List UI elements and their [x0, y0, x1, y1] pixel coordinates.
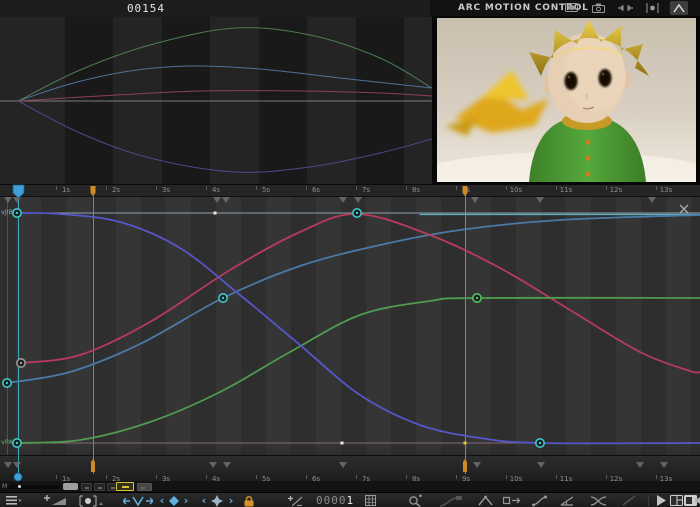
title-bar: ARC MOTION CONTROL: [430, 0, 700, 17]
grid-icon[interactable]: [363, 494, 377, 507]
h-scroll-track[interactable]: [8, 485, 60, 489]
menu-icon[interactable]: [4, 494, 24, 507]
speaker-icon[interactable]: [695, 494, 700, 507]
view-option-2-button[interactable]: [94, 483, 105, 491]
add-ramp-icon[interactable]: [42, 494, 68, 507]
view-option-1-button[interactable]: [81, 483, 92, 491]
toolbar-separator: [648, 495, 649, 506]
time-tick: 4s: [212, 186, 220, 194]
timeline-ruler-bottom[interactable]: [0, 455, 700, 474]
graph-icon[interactable]: [670, 1, 688, 15]
arc-icon[interactable]: [476, 494, 494, 507]
display-icon[interactable]: [562, 1, 580, 15]
frame-field[interactable]: 00001: [316, 494, 354, 507]
graph-scroll-row: M: [0, 481, 700, 492]
video-preview-frame: [432, 16, 700, 185]
header-bar: 00154 ARC MOTION CONTROL: [0, 0, 700, 17]
prev-keyframe-icon[interactable]: ‹: [157, 494, 167, 507]
ramp-flag-icon: [438, 494, 464, 507]
time-tick: 1s: [62, 186, 70, 194]
time-tick: 13s: [660, 186, 673, 194]
view-option-4-button[interactable]: [137, 483, 152, 491]
lock-icon[interactable]: [241, 494, 257, 507]
zoom-tool-icon[interactable]: [406, 494, 424, 507]
angle-icon[interactable]: [558, 494, 576, 507]
frame-field-current: 1: [347, 494, 355, 507]
time-tick: 11s: [560, 186, 573, 194]
trim-icon[interactable]: [616, 1, 634, 15]
header-icons: [562, 1, 700, 15]
velocity-icon[interactable]: [122, 494, 154, 507]
timeline-ruler-top[interactable]: 1s 2s 3s 4s 5s 6s 7s 8s 9s 10s 11s 12s 13s: [0, 185, 700, 197]
scroll-position-dot: [18, 485, 21, 488]
cross-curves-icon[interactable]: [588, 494, 608, 507]
frame-field-prefix: 0000: [316, 494, 347, 507]
graph-fade: [0, 445, 700, 455]
camera-icon[interactable]: [589, 1, 607, 15]
overview-graph[interactable]: [0, 17, 432, 185]
time-tick: 6s: [312, 186, 320, 194]
time-tick: 3s: [162, 186, 170, 194]
puppet-image: [437, 18, 696, 182]
bottom-toolbar: ‹ › ‹ › 00001: [0, 492, 700, 507]
time-tick: 8s: [412, 186, 420, 194]
prev-frame-icon[interactable]: ‹: [199, 494, 209, 507]
play-icon[interactable]: [655, 494, 667, 507]
capture-frame-icon[interactable]: [78, 494, 104, 507]
snap-icon[interactable]: [210, 494, 224, 507]
arc-motion-control-window: 00154 ARC MOTION CONTROL: [0, 0, 700, 507]
curve-editor-graph[interactable]: [0, 197, 700, 455]
view-fit-button[interactable]: [116, 482, 134, 491]
time-tick: 9s: [462, 186, 470, 194]
spline-icon[interactable]: [530, 494, 548, 507]
axis-label-jib: vJIB: [1, 209, 13, 216]
time-tick: 7s: [362, 186, 370, 194]
h-scroll-handle[interactable]: [63, 483, 78, 490]
time-tick: 10s: [510, 186, 523, 194]
slope-tool-icon[interactable]: [286, 494, 304, 507]
move-keys-icon[interactable]: [502, 494, 522, 507]
frame-counter: 00154: [110, 2, 182, 15]
video-preview: [437, 18, 696, 182]
mode-label: M: [2, 483, 7, 490]
axis-label-pan: vPAN: [1, 439, 18, 446]
timeline-labels-bottom: 1s2s3s4s5s6s7s8s9s10s11s12s13s: [0, 474, 700, 481]
keyframe-diamond-icon[interactable]: [168, 494, 180, 507]
line-tool-icon: [620, 494, 638, 507]
next-frame-icon[interactable]: ›: [226, 494, 236, 507]
time-tick: 2s: [112, 186, 120, 194]
next-keyframe-icon[interactable]: ›: [181, 494, 191, 507]
lightbox-icon[interactable]: [643, 1, 661, 15]
time-tick: 12s: [610, 186, 623, 194]
time-tick: 5s: [262, 186, 270, 194]
window-a-icon[interactable]: [669, 494, 683, 507]
